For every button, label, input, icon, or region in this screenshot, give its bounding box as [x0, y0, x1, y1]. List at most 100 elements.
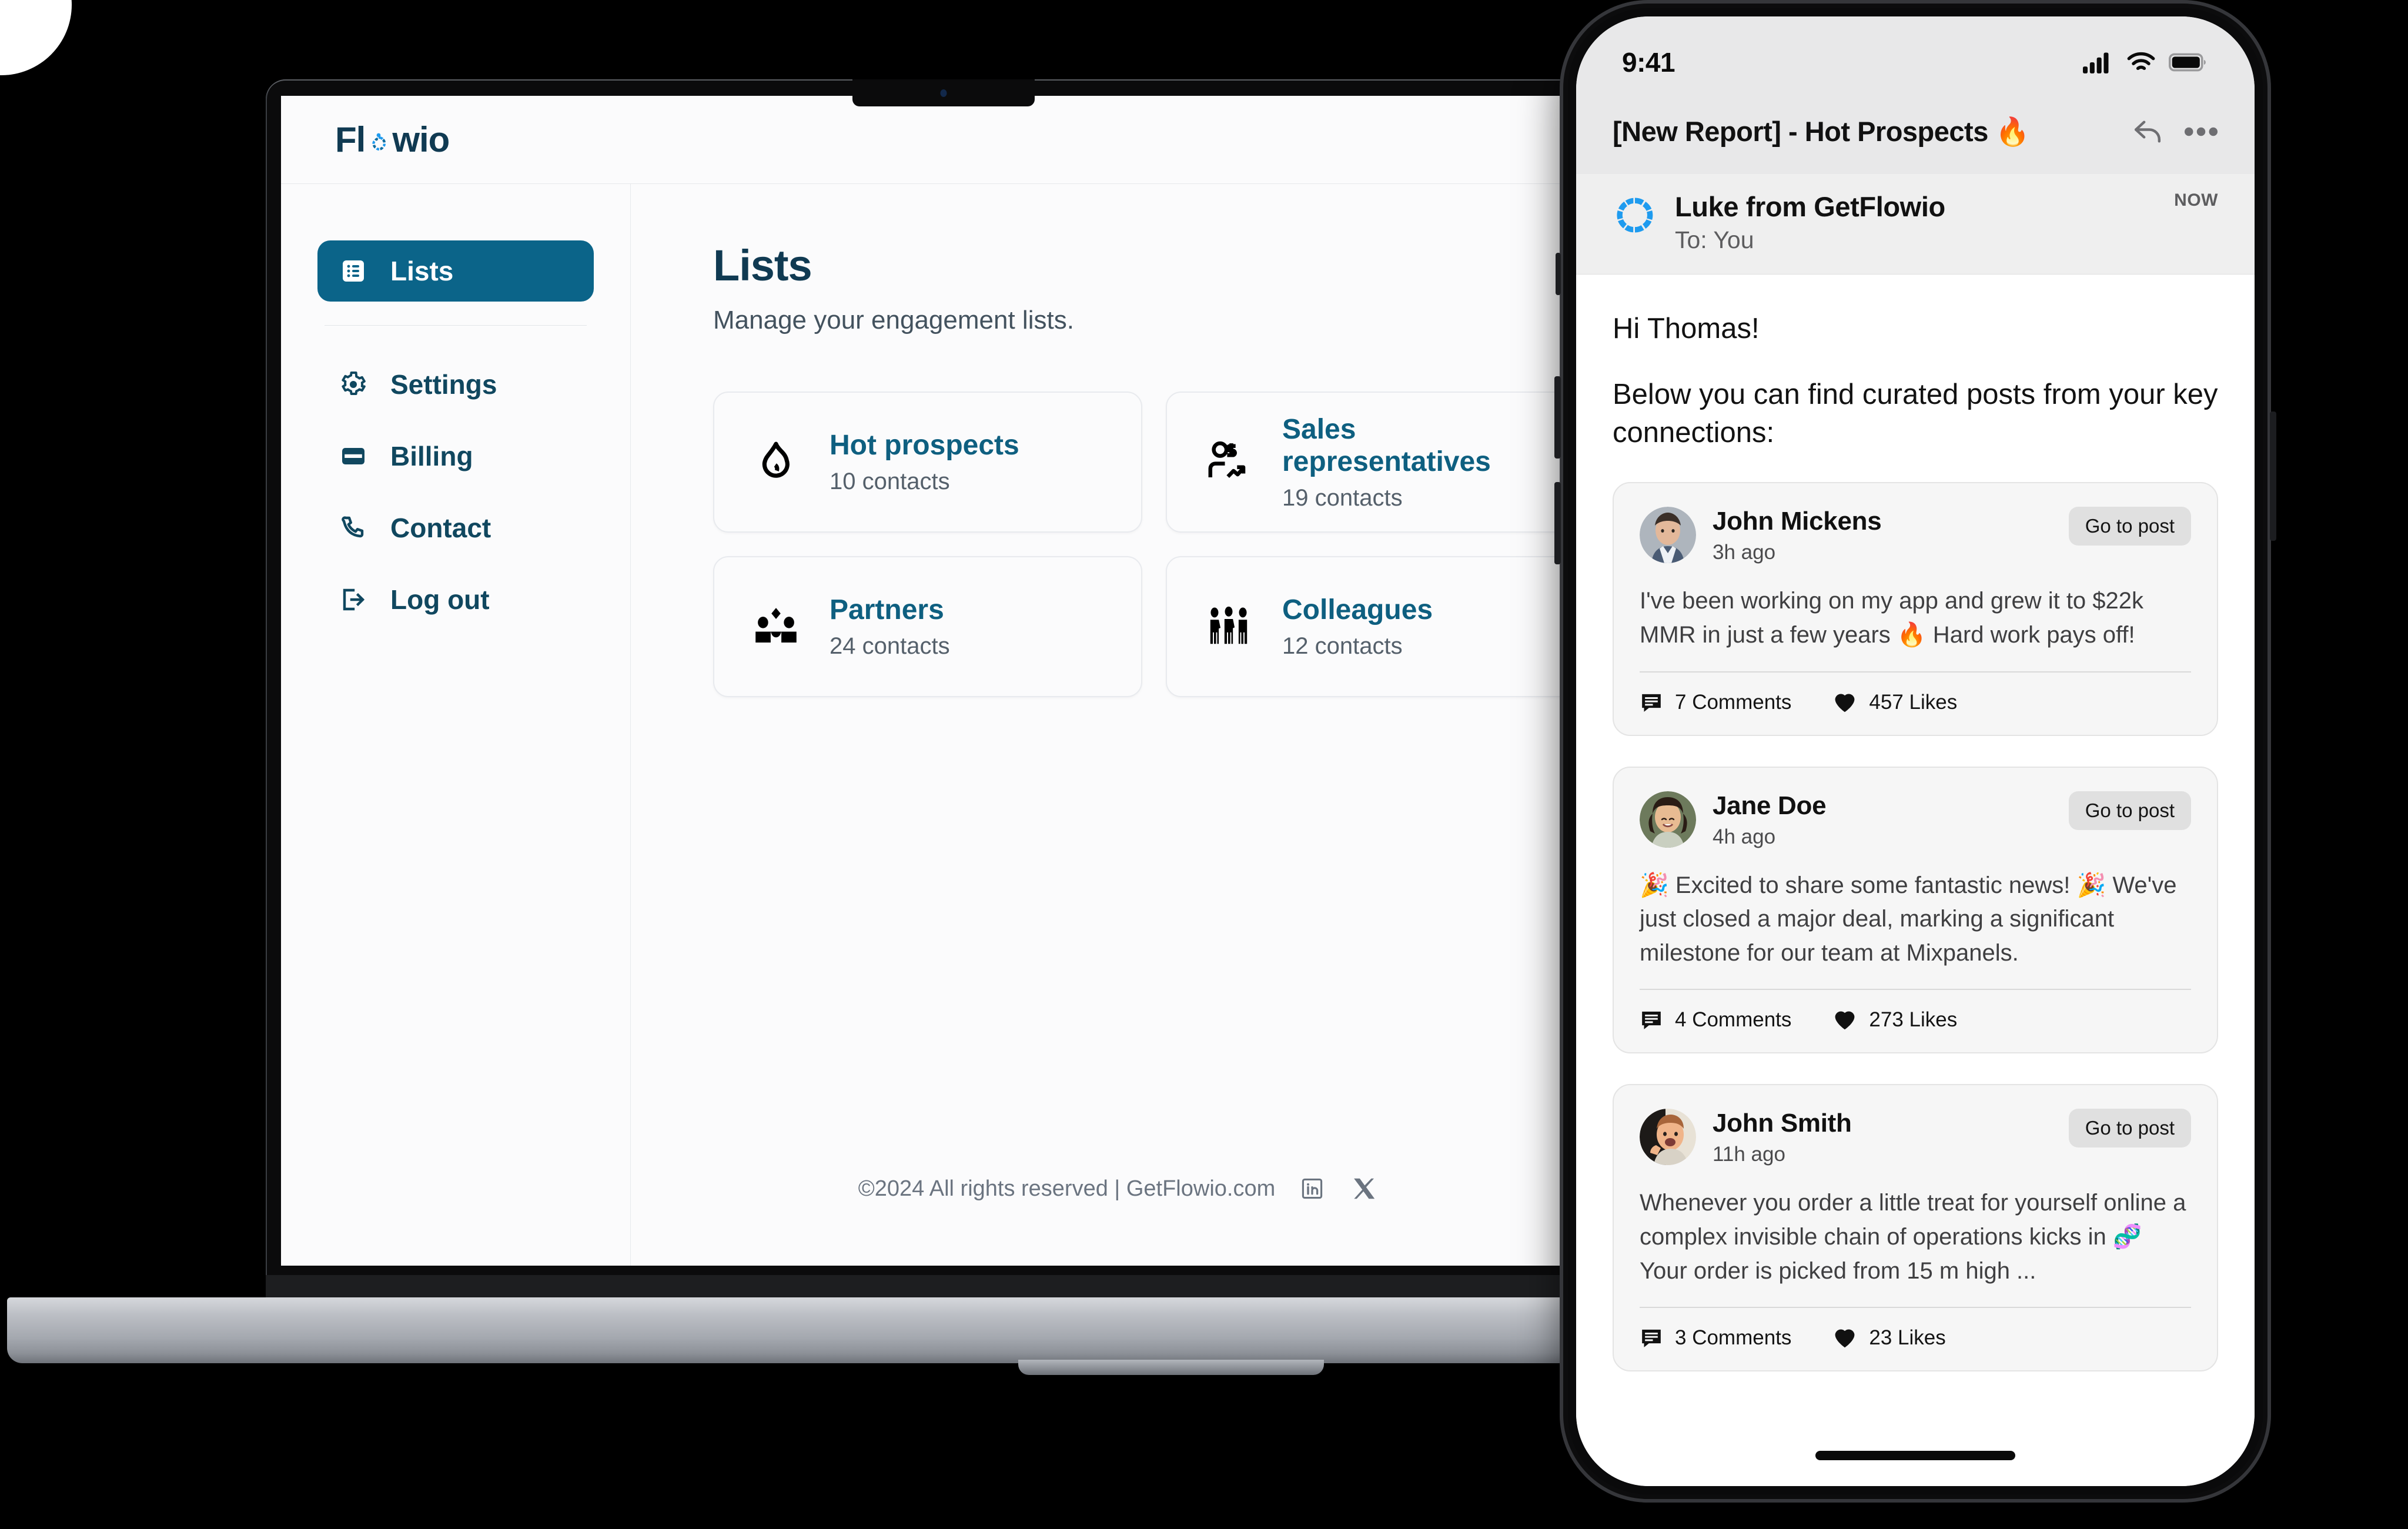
- list-card-title: Sales representatives: [1282, 413, 1491, 477]
- copyright-text: ©2024 All rights reserved | GetFlowio.co…: [858, 1176, 1276, 1201]
- flowio-ring-icon: [367, 132, 390, 155]
- laptop-foot: [1018, 1360, 1324, 1375]
- status-bar: 9:41: [1576, 16, 2255, 108]
- sidebar-item-lists[interactable]: Lists: [317, 240, 594, 302]
- avatar: [1640, 1109, 1696, 1166]
- sidebar-secondary-group: Settings Billing Contact Log out: [317, 354, 594, 641]
- handshake-people-icon: [751, 601, 801, 652]
- phone-screen: 9:41 [New Report] - Hot Prospects 🔥 Luke…: [1576, 16, 2255, 1486]
- sidebar-item-label: Log out: [390, 584, 490, 615]
- sidebar-item-label: Contact: [390, 513, 491, 543]
- battery-icon: [2169, 53, 2208, 72]
- three-people-icon: [1203, 601, 1254, 652]
- wifi-icon: [2126, 52, 2156, 73]
- sidebar-divider: [325, 325, 587, 326]
- likes-count: 23 Likes: [1869, 1326, 1946, 1350]
- app-topbar: Fl wio: [281, 96, 1606, 184]
- avatar: [1640, 791, 1696, 848]
- main-content: Lists Manage your engagement lists. Hot …: [631, 184, 1606, 1266]
- post-card[interactable]: John Smith 11h ago Go to post Whenever y…: [1613, 1084, 2218, 1372]
- list-card-count: 10 contacts: [830, 469, 950, 494]
- mail-intro: Below you can find curated posts from yo…: [1613, 379, 2218, 449]
- mail-greeting: Hi Thomas!: [1613, 313, 1760, 344]
- post-card[interactable]: John Mickens 3h ago Go to post I've been…: [1613, 482, 2218, 736]
- x-twitter-icon[interactable]: [1349, 1174, 1379, 1203]
- likes-stat[interactable]: 23 Likes: [1832, 1326, 1946, 1350]
- go-to-post-button[interactable]: Go to post: [2068, 791, 2191, 830]
- flowio-web-app: Fl wio Lists Settings Billing Contact Lo…: [281, 96, 1606, 1266]
- post-timestamp: 3h ago: [1713, 541, 1776, 564]
- post-author-name: John Mickens: [1713, 507, 1882, 536]
- comment-icon: [1640, 691, 1663, 714]
- phone-icon: [337, 512, 369, 544]
- person-dollar-chart-icon: [1203, 437, 1254, 487]
- comments-stat[interactable]: 7 Comments: [1640, 691, 1791, 714]
- list-card-title: Partners: [830, 594, 944, 625]
- post-card[interactable]: Jane Doe 4h ago Go to post 🎉 Excited to …: [1613, 766, 2218, 1054]
- list-card-sales-representatives[interactable]: Sales representatives 19 contacts: [1166, 392, 1595, 533]
- mail-body: Hi Thomas! Below you can find curated po…: [1576, 275, 2255, 1486]
- go-to-post-button[interactable]: Go to post: [2068, 507, 2191, 546]
- mail-timestamp: NOW: [2174, 190, 2218, 210]
- phone-device: 9:41 [New Report] - Hot Prospects 🔥 Luke…: [1554, 0, 2276, 1503]
- status-time: 9:41: [1622, 47, 1675, 78]
- logo-text-after: wio: [392, 120, 450, 159]
- sidebar-item-label: Billing: [390, 441, 473, 471]
- linkedin-icon[interactable]: [1297, 1174, 1327, 1203]
- list-card-hot-prospects[interactable]: Hot prospects 10 contacts: [713, 392, 1142, 533]
- comments-count: 7 Comments: [1675, 690, 1792, 714]
- go-to-post-button[interactable]: Go to post: [2068, 1109, 2191, 1148]
- post-author-name: Jane Doe: [1713, 791, 1827, 820]
- flowio-logo[interactable]: Fl wio: [335, 119, 450, 160]
- avatar: [1640, 507, 1696, 564]
- list-card-title: Colleagues: [1282, 594, 1433, 625]
- mail-subject: [New Report] - Hot Prospects 🔥: [1613, 116, 2030, 147]
- home-indicator[interactable]: [1815, 1451, 2015, 1460]
- more-options-icon[interactable]: [2184, 126, 2218, 138]
- sidebar-item-contact[interactable]: Contact: [317, 497, 594, 558]
- post-timestamp: 4h ago: [1713, 825, 1776, 848]
- heart-icon: [1832, 1008, 1857, 1032]
- sender-recipient: To: You: [1675, 226, 1754, 253]
- app-footer: ©2024 All rights reserved | GetFlowio.co…: [713, 1174, 1606, 1266]
- comments-stat[interactable]: 4 Comments: [1640, 1008, 1791, 1032]
- sidebar-item-label: Settings: [390, 369, 497, 400]
- likes-stat[interactable]: 273 Likes: [1832, 1008, 1957, 1032]
- volume-down-button[interactable]: [1554, 482, 1561, 564]
- decorative-circle: [0, 0, 72, 75]
- laptop-screen: Fl wio Lists Settings Billing Contact Lo…: [281, 96, 1606, 1266]
- comment-icon: [1640, 1008, 1663, 1032]
- likes-stat[interactable]: 457 Likes: [1832, 690, 1957, 715]
- power-button[interactable]: [2270, 411, 2276, 541]
- list-card-title: Hot prospects: [830, 430, 1019, 461]
- mail-actions: [2131, 115, 2218, 148]
- post-header: John Mickens 3h ago Go to post: [1640, 507, 2191, 564]
- sidebar-item-settings[interactable]: Settings: [317, 354, 594, 415]
- list-card-count: 24 contacts: [830, 633, 950, 659]
- heart-icon: [1832, 1326, 1857, 1350]
- comments-stat[interactable]: 3 Comments: [1640, 1326, 1791, 1350]
- reply-icon[interactable]: [2131, 115, 2164, 148]
- comment-icon: [1640, 1326, 1663, 1350]
- sidebar-item-billing[interactable]: Billing: [317, 426, 594, 487]
- list-card-colleagues[interactable]: Colleagues 12 contacts: [1166, 556, 1595, 697]
- silent-switch-button[interactable]: [1556, 253, 1561, 295]
- post-timestamp: 11h ago: [1713, 1143, 1785, 1166]
- post-text: I've been working on my app and grew it …: [1640, 588, 2144, 648]
- post-header: Jane Doe 4h ago Go to post: [1640, 791, 2191, 849]
- mail-sender-row: Luke from GetFlowio To: You NOW: [1576, 174, 2255, 275]
- volume-up-button[interactable]: [1554, 376, 1561, 459]
- post-stats: 3 Comments 23 Likes: [1640, 1308, 2191, 1350]
- post-text: Whenever you order a little treat for yo…: [1640, 1190, 2186, 1284]
- heart-icon: [1832, 690, 1857, 715]
- post-stats: 4 Comments 273 Likes: [1640, 990, 2191, 1032]
- sidebar-item-label: Lists: [390, 256, 454, 286]
- credit-card-icon: [337, 440, 369, 472]
- sidebar-item-logout[interactable]: Log out: [317, 569, 594, 630]
- likes-count: 457 Likes: [1869, 690, 1958, 714]
- logout-icon: [337, 584, 369, 615]
- laptop-device: Fl wio Lists Settings Billing Contact Lo…: [7, 79, 1882, 1375]
- comments-count: 3 Comments: [1675, 1326, 1792, 1350]
- logo-text-before: Fl: [335, 120, 366, 159]
- list-card-partners[interactable]: Partners 24 contacts: [713, 556, 1142, 697]
